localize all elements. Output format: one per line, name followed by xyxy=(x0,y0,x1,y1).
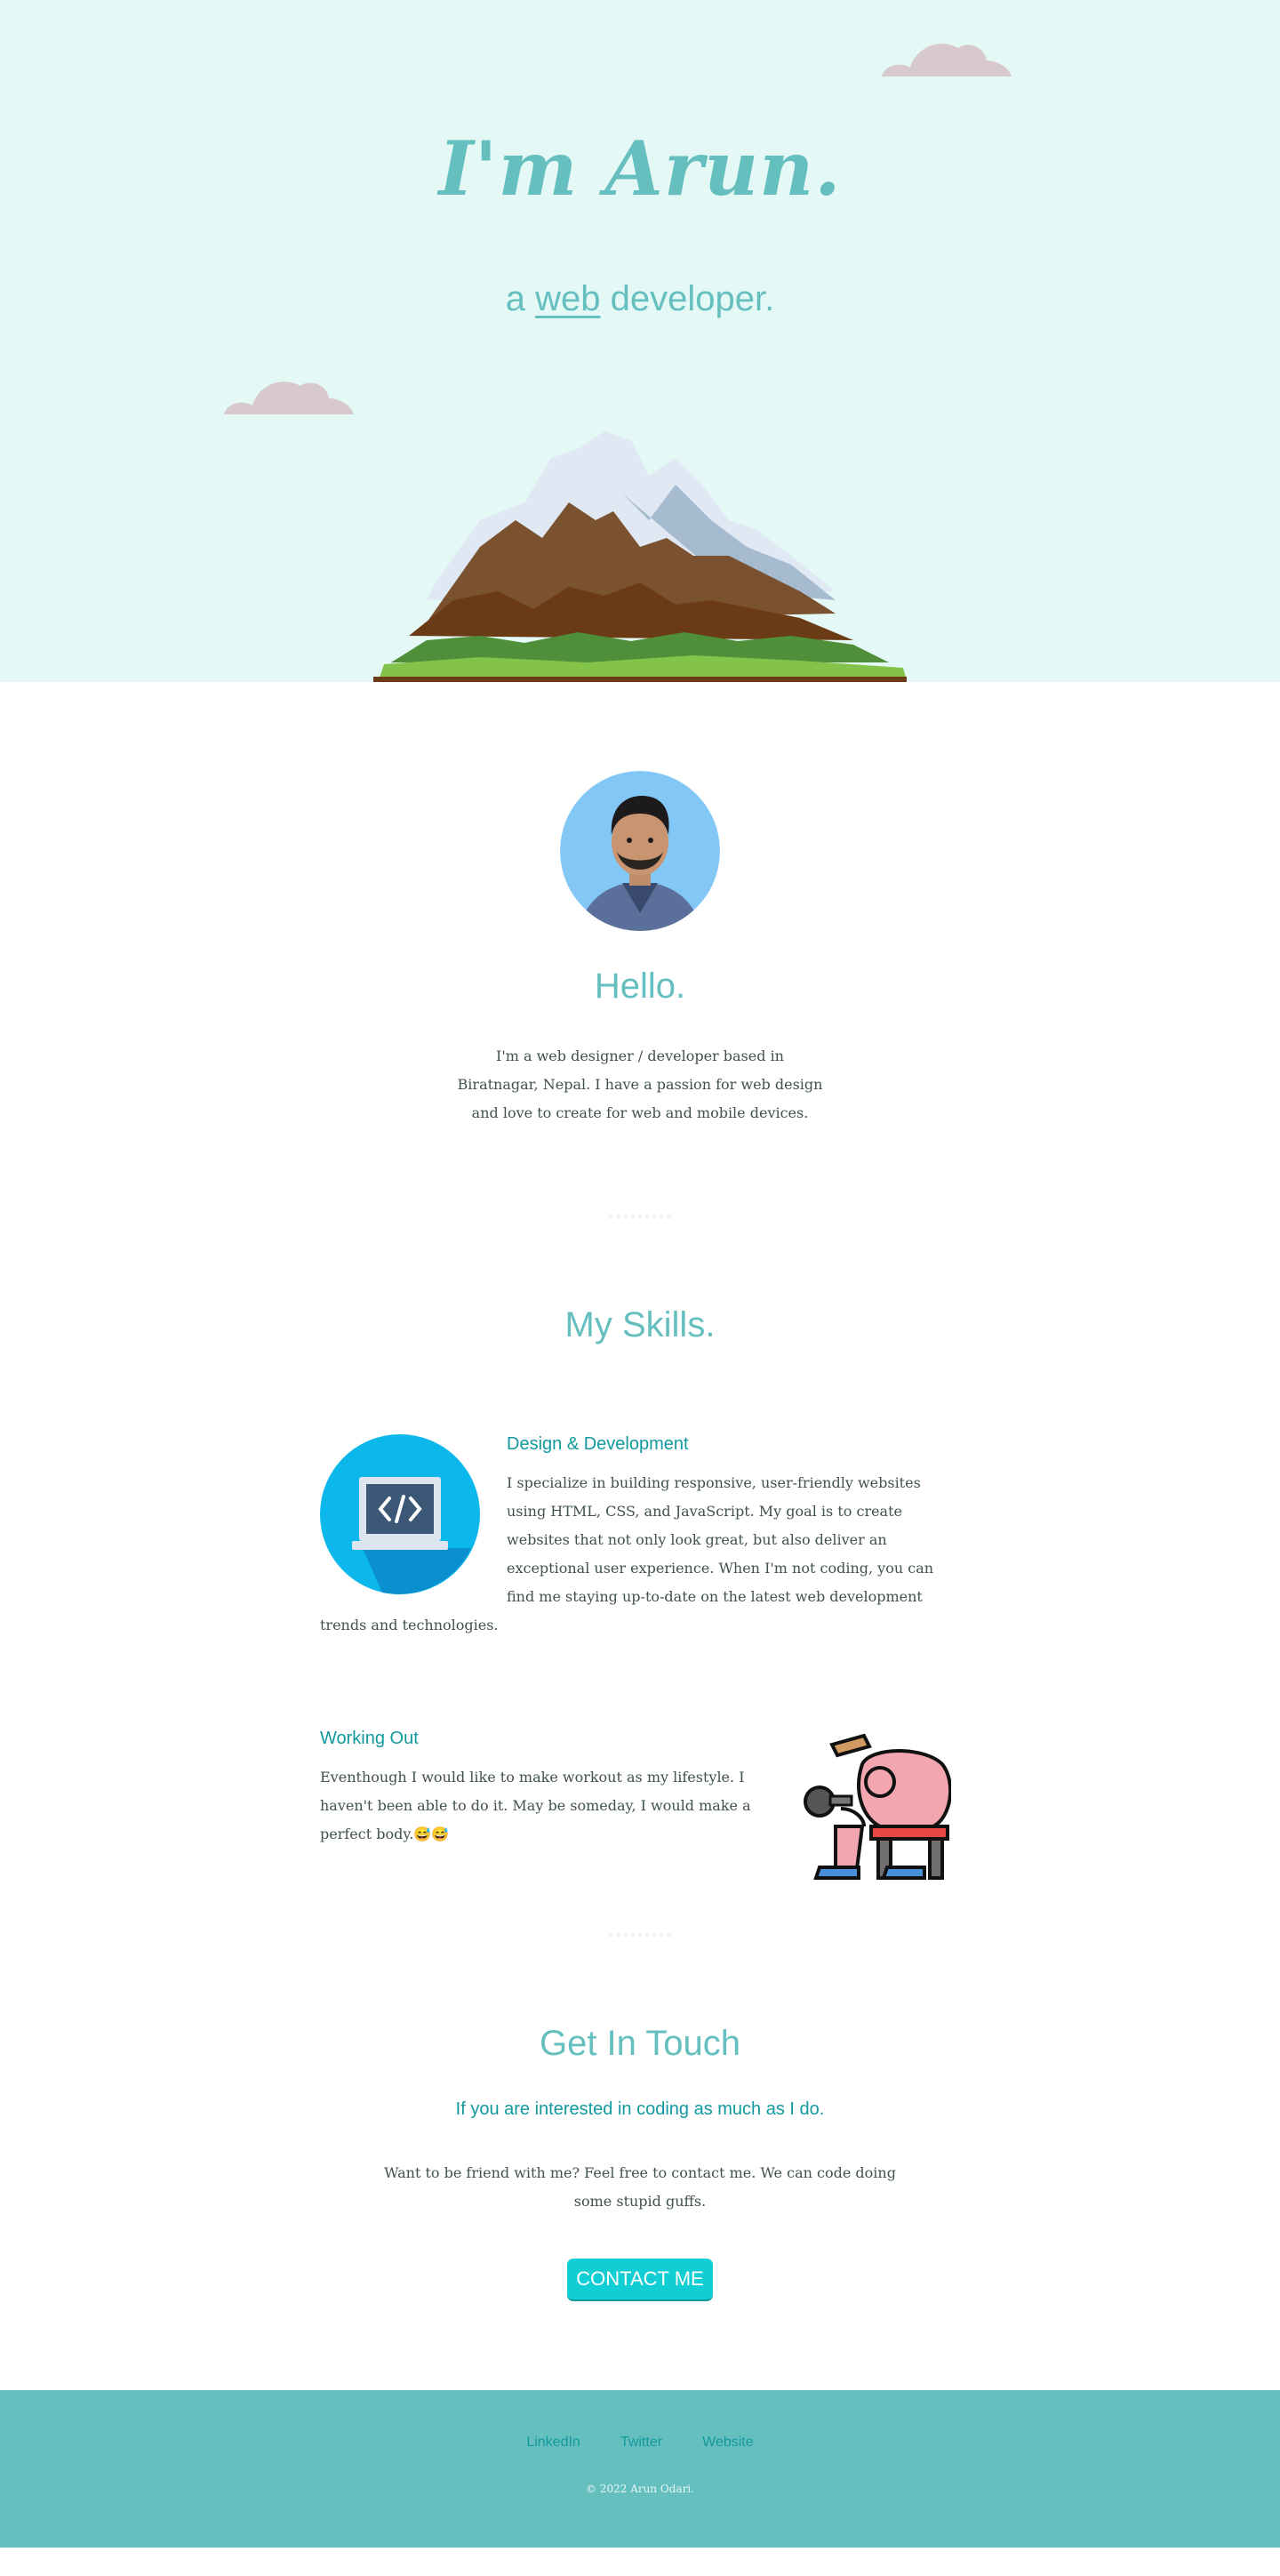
divider xyxy=(609,1215,671,1218)
workout-icon xyxy=(804,1733,951,1880)
footer-link-twitter[interactable]: Twitter xyxy=(620,2435,662,2450)
skills-heading: My Skills. xyxy=(564,1305,716,1344)
footer: LinkedIn Twitter Website © 2022 Arun Oda… xyxy=(0,2390,1280,2548)
subtitle-suffix: developer. xyxy=(610,279,775,318)
hero-title: I'm Arun. xyxy=(438,124,842,213)
skill-row: Design & Development I specialize in bui… xyxy=(320,1434,960,1640)
contact-text: Want to be friend with me? Feel free to … xyxy=(384,2164,896,2210)
divider xyxy=(609,1933,671,1937)
footer-link-website[interactable]: Website xyxy=(702,2435,754,2450)
copyright-text: © 2022 Arun Odari. xyxy=(586,2483,694,2495)
hero-section: I'm Arun. a web developer. xyxy=(0,0,1280,682)
hero-subtitle: a web developer. xyxy=(0,279,1280,319)
laptop-code-icon xyxy=(320,1434,480,1594)
contact-subheading: If you are interested in coding as much … xyxy=(455,2099,825,2119)
profile-photo xyxy=(560,771,720,931)
skill-row: Working Out Eventhough I would like to m… xyxy=(320,1729,960,1880)
subtitle-prefix: a xyxy=(505,279,525,318)
intro-text: I'm a web designer / developer based in … xyxy=(457,1047,823,1121)
cloud-image xyxy=(224,381,354,414)
contact-me-button[interactable]: CONTACT ME xyxy=(567,2259,713,2301)
cloud-image xyxy=(882,44,1012,76)
web-link[interactable]: web xyxy=(535,279,600,318)
hello-heading: Hello. xyxy=(594,967,686,1006)
footer-link-linkedin[interactable]: LinkedIn xyxy=(526,2435,580,2450)
mountain-image xyxy=(373,431,907,682)
contact-heading: Get In Touch xyxy=(539,2024,741,2063)
